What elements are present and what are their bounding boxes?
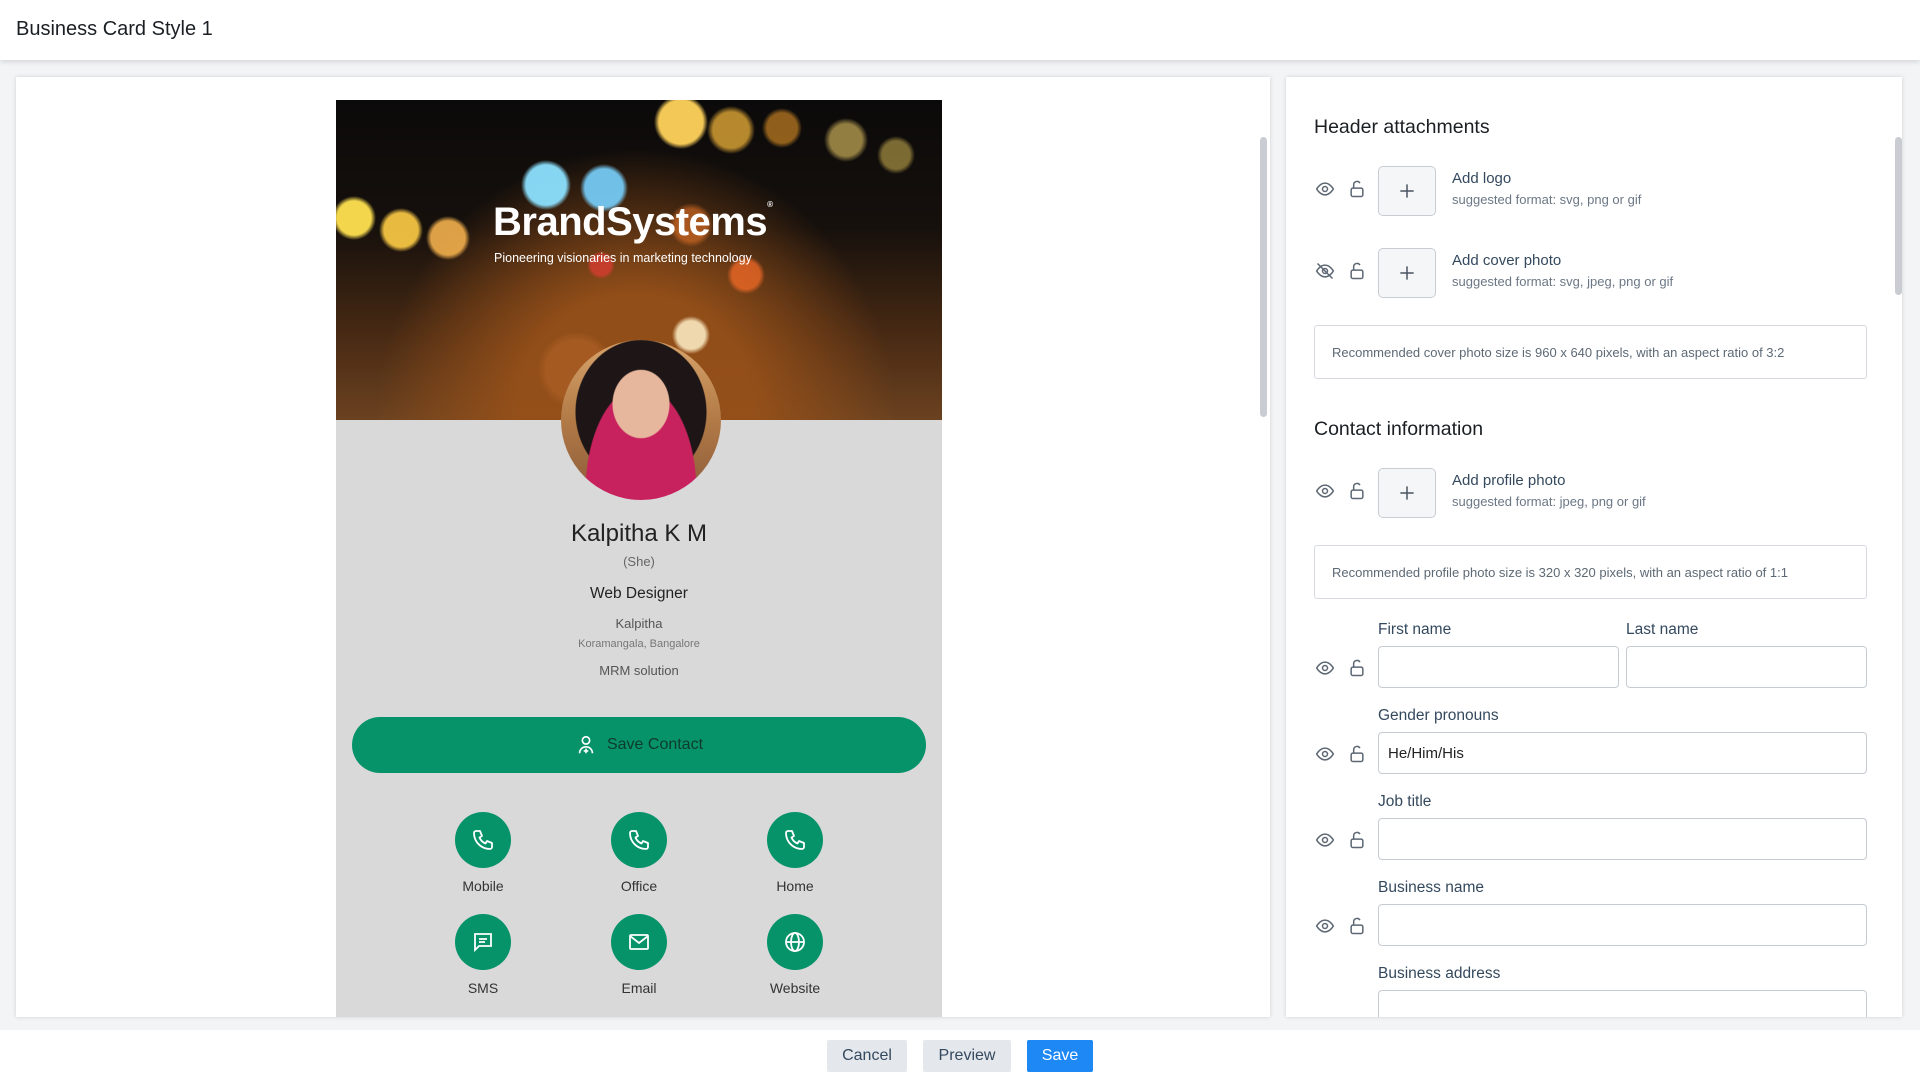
business-card-preview: BrandSystems® Pioneering visionaries in …	[336, 100, 942, 1017]
visibility-toggle-name[interactable]	[1314, 657, 1336, 679]
email-button[interactable]: Email	[579, 914, 699, 996]
card-job-title: Web Designer	[590, 585, 688, 602]
lock-toggle-job-title[interactable]	[1346, 829, 1368, 851]
website-button[interactable]: Website	[735, 914, 855, 996]
eye-icon	[1315, 747, 1335, 761]
visibility-toggle-cover[interactable]	[1314, 260, 1336, 282]
last-name-label: Last name	[1626, 621, 1699, 638]
add-profile-photo-button[interactable]	[1378, 468, 1436, 518]
card-name: Kalpitha K M	[570, 520, 708, 547]
add-profile-photo-format: suggested format: jpeg, png or gif	[1452, 494, 1646, 509]
add-cover-photo-button[interactable]	[1378, 248, 1436, 298]
card-department: MRM solution	[599, 663, 679, 678]
home-label: Home	[776, 878, 814, 894]
save-button[interactable]: Save	[1027, 1040, 1093, 1072]
lock-toggle-business-name[interactable]	[1346, 915, 1368, 937]
first-name-label: First name	[1378, 621, 1452, 638]
add-logo-label: Add logo	[1452, 170, 1512, 187]
office-button[interactable]: Office	[579, 812, 699, 894]
gender-pronouns-label: Gender pronouns	[1378, 707, 1499, 724]
brand-tagline: Pioneering visionaries in marketing tech…	[494, 251, 752, 265]
lock-toggle-name[interactable]	[1346, 657, 1368, 679]
preview-button[interactable]: Preview	[923, 1040, 1011, 1072]
unlock-icon	[1350, 745, 1364, 763]
page-title: Business Card Style 1	[16, 18, 213, 40]
phone-icon	[473, 830, 493, 850]
save-contact-button[interactable]: Save Contact	[352, 717, 926, 773]
header-attachments-heading: Header attachments	[1314, 116, 1490, 138]
add-contact-icon	[578, 735, 594, 754]
message-icon	[474, 933, 492, 953]
lock-toggle-cover[interactable]	[1346, 260, 1368, 282]
plus-icon	[1400, 486, 1414, 500]
unlock-icon	[1350, 831, 1364, 849]
mobile-label: Mobile	[462, 878, 504, 894]
phone-icon	[629, 830, 649, 850]
card-business: Kalpitha	[615, 616, 663, 631]
unlock-icon	[1350, 917, 1364, 935]
last-name-input[interactable]	[1626, 646, 1867, 688]
business-name-input[interactable]	[1378, 904, 1867, 946]
mail-icon	[629, 934, 649, 950]
add-logo-format: suggested format: svg, png or gif	[1452, 192, 1642, 207]
eye-icon	[1315, 833, 1335, 847]
globe-icon	[785, 932, 805, 952]
brand-logo: BrandSystems®	[493, 200, 773, 244]
job-title-input[interactable]	[1378, 818, 1867, 860]
visibility-toggle-profile[interactable]	[1314, 480, 1336, 502]
add-cover-photo-label: Add cover photo	[1452, 252, 1562, 269]
add-cover-photo-format: suggested format: svg, jpeg, png or gif	[1452, 274, 1674, 289]
eye-icon	[1315, 182, 1335, 196]
contact-information-heading: Contact information	[1314, 418, 1484, 440]
add-profile-photo-label: Add profile photo	[1452, 472, 1566, 489]
visibility-toggle-business-name[interactable]	[1314, 915, 1336, 937]
eye-icon	[1315, 661, 1335, 675]
top-bar: Business Card Style 1	[0, 0, 1920, 60]
settings-scrollbar[interactable]	[1895, 137, 1902, 295]
sms-button[interactable]: SMS	[423, 914, 543, 996]
gender-pronouns-input[interactable]	[1378, 732, 1867, 774]
first-name-input[interactable]	[1378, 646, 1619, 688]
lock-toggle-pronouns[interactable]	[1346, 743, 1368, 765]
unlock-icon	[1350, 262, 1364, 280]
job-title-label: Job title	[1378, 793, 1432, 810]
phone-icon	[785, 830, 805, 850]
eye-icon	[1315, 484, 1335, 498]
card-preview-panel[interactable]: BrandSystems® Pioneering visionaries in …	[16, 77, 1270, 1017]
office-label: Office	[620, 878, 658, 894]
business-address-label: Business address	[1378, 965, 1501, 982]
business-address-input[interactable]	[1378, 990, 1867, 1017]
card-pronouns: (She)	[623, 554, 655, 569]
visibility-toggle-logo[interactable]	[1314, 178, 1336, 200]
lock-toggle-logo[interactable]	[1346, 178, 1368, 200]
email-label: Email	[621, 980, 657, 996]
preview-scrollbar[interactable]	[1260, 137, 1267, 417]
card-address: Koramangala, Bangalore	[578, 638, 700, 650]
workspace: BrandSystems® Pioneering visionaries in …	[0, 60, 1920, 1030]
unlock-icon	[1350, 659, 1364, 677]
unlock-icon	[1350, 180, 1364, 198]
website-label: Website	[769, 980, 821, 996]
business-name-label: Business name	[1378, 879, 1484, 896]
mobile-button[interactable]: Mobile	[423, 812, 543, 894]
profile-photo-size-note: Recommended profile photo size is 320 x …	[1314, 545, 1867, 599]
lock-toggle-profile[interactable]	[1346, 480, 1368, 502]
settings-panel[interactable]: Header attachments Add logo suggested fo…	[1286, 77, 1902, 1017]
cover-photo-size-note: Recommended cover photo size is 960 x 64…	[1314, 325, 1867, 379]
save-contact-label: Save Contact	[606, 736, 704, 753]
cancel-button[interactable]: Cancel	[827, 1040, 907, 1072]
profile-avatar	[561, 340, 721, 500]
eye-icon	[1315, 919, 1335, 933]
unlock-icon	[1350, 482, 1364, 500]
sms-label: SMS	[467, 980, 499, 996]
eye-off-icon	[1315, 262, 1335, 280]
plus-icon	[1400, 184, 1414, 198]
visibility-toggle-pronouns[interactable]	[1314, 743, 1336, 765]
visibility-toggle-job-title[interactable]	[1314, 829, 1336, 851]
home-button[interactable]: Home	[735, 812, 855, 894]
plus-icon	[1400, 266, 1414, 280]
add-logo-button[interactable]	[1378, 166, 1436, 216]
